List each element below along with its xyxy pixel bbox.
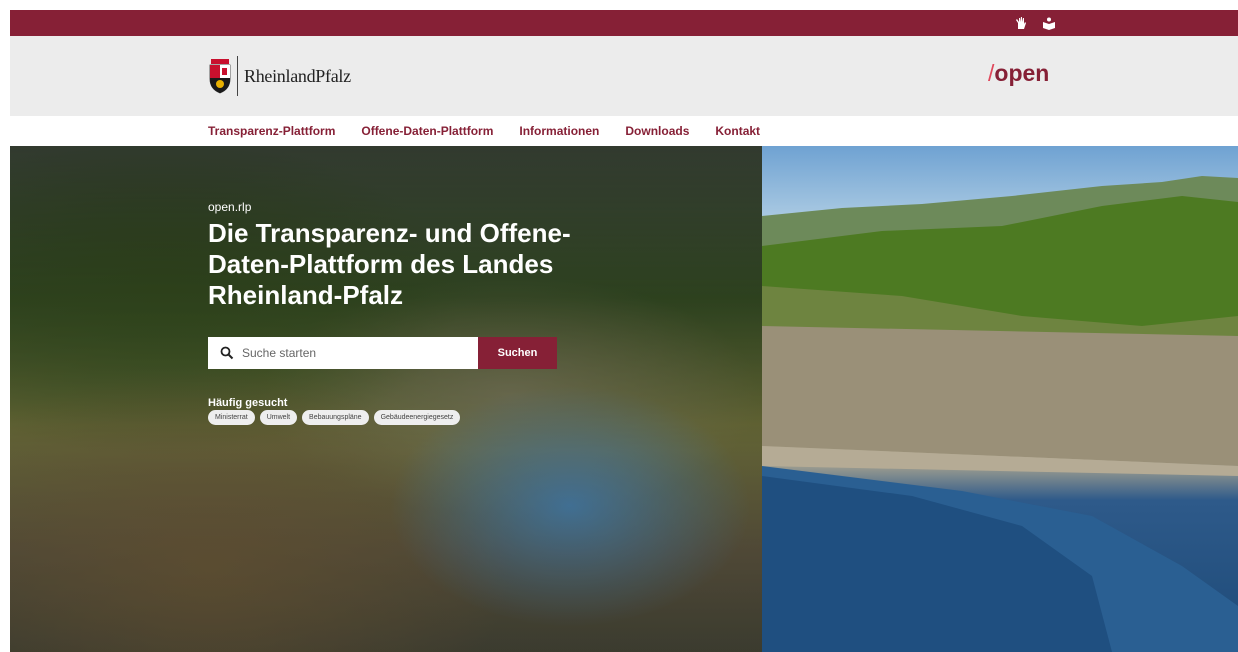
brand-text: open: [994, 60, 1050, 86]
search-icon: [220, 346, 234, 360]
top-bar: [10, 10, 1238, 36]
logo-divider: [237, 56, 238, 96]
nav-item-informationen[interactable]: Informationen: [519, 124, 599, 138]
hero: open.rlp Die Transparenz- und Offene- Da…: [10, 146, 1238, 652]
sign-language-icon[interactable]: [1013, 14, 1029, 32]
frequent-searches: Ministerrat Umwelt Bebauungspläne Gebäud…: [208, 410, 461, 425]
nav-item-kontakt[interactable]: Kontakt: [715, 124, 760, 138]
accessibility-icons: [1013, 14, 1057, 32]
main-nav: Transparenz-Plattform Offene-Daten-Platt…: [10, 116, 1238, 146]
frequent-searches-label: Häufig gesucht: [208, 397, 288, 409]
nav-item-offene-daten[interactable]: Offene-Daten-Plattform: [361, 124, 493, 138]
nav-item-transparenz[interactable]: Transparenz-Plattform: [208, 124, 335, 138]
tag-gebaeudeenergiegesetz[interactable]: Gebäudeenergiegesetz: [373, 410, 461, 425]
hero-image-landscape: [762, 146, 1238, 652]
headline-line-3: Rheinland-Pfalz: [208, 280, 404, 310]
landscape-illustration: [762, 176, 1238, 652]
nav-item-downloads[interactable]: Downloads: [625, 124, 689, 138]
hero-text: open.rlp Die Transparenz- und Offene- Da…: [208, 200, 628, 311]
open-brand[interactable]: /open: [988, 60, 1049, 87]
page-frame: RheinlandPfalz /open Transparenz-Plattfo…: [10, 10, 1238, 652]
site-header: RheinlandPfalz /open: [10, 36, 1238, 116]
tag-bebauungsplaene[interactable]: Bebauungspläne: [302, 410, 369, 425]
easy-read-icon[interactable]: [1041, 14, 1057, 32]
search-button[interactable]: Suchen: [478, 337, 557, 369]
tag-umwelt[interactable]: Umwelt: [259, 410, 298, 425]
tag-ministerrat[interactable]: Ministerrat: [208, 410, 255, 425]
search-input[interactable]: [240, 345, 464, 361]
hero-eyebrow: open.rlp: [208, 200, 252, 214]
search-bar: Suchen: [208, 337, 557, 369]
coat-of-arms-icon: [209, 59, 231, 94]
headline-line-1: Die Transparenz- und Offene-: [208, 218, 571, 248]
search-field: [208, 337, 478, 369]
logo-wordmark: RheinlandPfalz: [244, 65, 351, 86]
hero-headline: Die Transparenz- und Offene- Daten-Platt…: [208, 218, 628, 311]
headline-line-2: Daten-Plattform des Landes: [208, 249, 554, 279]
rlp-logo[interactable]: RheinlandPfalz: [208, 56, 351, 96]
